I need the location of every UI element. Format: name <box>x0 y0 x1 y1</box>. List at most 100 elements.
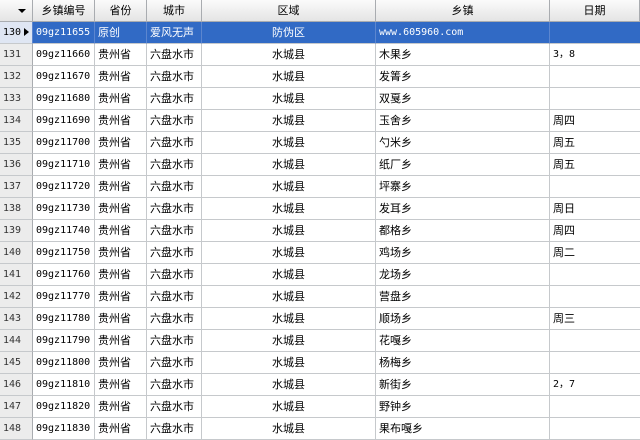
cell-area[interactable]: 水城县 <box>202 308 376 330</box>
cell-province[interactable]: 贵州省 <box>95 220 147 242</box>
row-number[interactable]: 132 <box>0 66 33 88</box>
table-row[interactable]: 131 09gz11660 贵州省 六盘水市 水城县 木果乡 3，8 <box>0 44 640 66</box>
cell-area[interactable]: 水城县 <box>202 264 376 286</box>
cell-province[interactable]: 贵州省 <box>95 110 147 132</box>
cell-city[interactable]: 六盘水市 <box>147 396 202 418</box>
cell-town[interactable]: 都格乡 <box>376 220 550 242</box>
cell-province[interactable]: 贵州省 <box>95 242 147 264</box>
cell-code[interactable]: 09gz11710 <box>33 154 95 176</box>
table-row[interactable]: 130 09gz11655 原创 爱风无声 防伪区 www.605960.com <box>0 22 640 44</box>
cell-area[interactable]: 水城县 <box>202 396 376 418</box>
cell-area[interactable]: 水城县 <box>202 198 376 220</box>
table-row[interactable]: 147 09gz11820 贵州省 六盘水市 水城县 野钟乡 <box>0 396 640 418</box>
cell-town[interactable]: 发耳乡 <box>376 198 550 220</box>
cell-city[interactable]: 六盘水市 <box>147 110 202 132</box>
row-number[interactable]: 134 <box>0 110 33 132</box>
row-number[interactable]: 137 <box>0 176 33 198</box>
row-number[interactable]: 133 <box>0 88 33 110</box>
cell-code[interactable]: 09gz11800 <box>33 352 95 374</box>
table-row[interactable]: 133 09gz11680 贵州省 六盘水市 水城县 双戛乡 <box>0 88 640 110</box>
table-row[interactable]: 146 09gz11810 贵州省 六盘水市 水城县 新街乡 2，7 <box>0 374 640 396</box>
cell-town[interactable]: 纸厂乡 <box>376 154 550 176</box>
cell-area[interactable]: 水城县 <box>202 352 376 374</box>
cell-city[interactable]: 六盘水市 <box>147 176 202 198</box>
cell-province[interactable]: 原创 <box>95 22 147 44</box>
cell-code[interactable]: 09gz11660 <box>33 44 95 66</box>
data-grid[interactable]: 乡镇编号 省份 城市 区域 乡镇 日期 130 09gz11655 原创 爱风无声 防伪… <box>0 0 640 440</box>
row-number[interactable]: 147 <box>0 396 33 418</box>
row-number[interactable]: 139 <box>0 220 33 242</box>
cell-city[interactable]: 六盘水市 <box>147 330 202 352</box>
table-row[interactable]: 134 09gz11690 贵州省 六盘水市 水城县 玉舍乡 周四 <box>0 110 640 132</box>
cell-province[interactable]: 贵州省 <box>95 198 147 220</box>
cell-date[interactable] <box>550 88 640 110</box>
row-number[interactable]: 130 <box>0 22 33 44</box>
cell-area[interactable]: 水城县 <box>202 220 376 242</box>
table-row[interactable]: 141 09gz11760 贵州省 六盘水市 水城县 龙场乡 <box>0 264 640 286</box>
cell-province[interactable]: 贵州省 <box>95 154 147 176</box>
table-row[interactable]: 143 09gz11780 贵州省 六盘水市 水城县 顺场乡 周三 <box>0 308 640 330</box>
row-number[interactable]: 136 <box>0 154 33 176</box>
cell-town[interactable]: 杨梅乡 <box>376 352 550 374</box>
cell-code[interactable]: 09gz11720 <box>33 176 95 198</box>
cell-date[interactable] <box>550 330 640 352</box>
cell-date[interactable]: 周四 <box>550 220 640 242</box>
cell-province[interactable]: 贵州省 <box>95 308 147 330</box>
column-header-code[interactable]: 乡镇编号 <box>33 0 95 22</box>
cell-code[interactable]: 09gz11740 <box>33 220 95 242</box>
cell-code[interactable]: 09gz11790 <box>33 330 95 352</box>
table-row[interactable]: 138 09gz11730 贵州省 六盘水市 水城县 发耳乡 周日 <box>0 198 640 220</box>
table-row[interactable]: 137 09gz11720 贵州省 六盘水市 水城县 坪寨乡 <box>0 176 640 198</box>
cell-code[interactable]: 09gz11730 <box>33 198 95 220</box>
cell-town[interactable]: 玉舍乡 <box>376 110 550 132</box>
cell-code[interactable]: 09gz11830 <box>33 418 95 440</box>
cell-code[interactable]: 09gz11700 <box>33 132 95 154</box>
cell-town[interactable]: 龙场乡 <box>376 264 550 286</box>
table-row[interactable]: 139 09gz11740 贵州省 六盘水市 水城县 都格乡 周四 <box>0 220 640 242</box>
cell-area[interactable]: 水城县 <box>202 242 376 264</box>
cell-area[interactable]: 水城县 <box>202 176 376 198</box>
cell-area[interactable]: 水城县 <box>202 132 376 154</box>
cell-area[interactable]: 水城县 <box>202 286 376 308</box>
cell-area[interactable]: 水城县 <box>202 88 376 110</box>
cell-town[interactable]: 鸡场乡 <box>376 242 550 264</box>
cell-city[interactable]: 爱风无声 <box>147 22 202 44</box>
row-number[interactable]: 140 <box>0 242 33 264</box>
row-number[interactable]: 146 <box>0 374 33 396</box>
cell-date[interactable] <box>550 176 640 198</box>
cell-town[interactable]: 营盘乡 <box>376 286 550 308</box>
table-row[interactable]: 132 09gz11670 贵州省 六盘水市 水城县 发箐乡 <box>0 66 640 88</box>
cell-town[interactable]: 勺米乡 <box>376 132 550 154</box>
cell-city[interactable]: 六盘水市 <box>147 374 202 396</box>
cell-province[interactable]: 贵州省 <box>95 44 147 66</box>
cell-city[interactable]: 六盘水市 <box>147 264 202 286</box>
table-row[interactable]: 142 09gz11770 贵州省 六盘水市 水城县 营盘乡 <box>0 286 640 308</box>
cell-province[interactable]: 贵州省 <box>95 286 147 308</box>
cell-city[interactable]: 六盘水市 <box>147 308 202 330</box>
cell-date[interactable]: 3，8 <box>550 44 640 66</box>
cell-code[interactable]: 09gz11770 <box>33 286 95 308</box>
cell-province[interactable]: 贵州省 <box>95 66 147 88</box>
row-number[interactable]: 148 <box>0 418 33 440</box>
row-selector-header[interactable] <box>0 0 33 22</box>
table-row[interactable]: 136 09gz11710 贵州省 六盘水市 水城县 纸厂乡 周五 <box>0 154 640 176</box>
cell-city[interactable]: 六盘水市 <box>147 154 202 176</box>
cell-city[interactable]: 六盘水市 <box>147 220 202 242</box>
cell-city[interactable]: 六盘水市 <box>147 418 202 440</box>
cell-date[interactable] <box>550 352 640 374</box>
cell-province[interactable]: 贵州省 <box>95 88 147 110</box>
cell-area[interactable]: 水城县 <box>202 330 376 352</box>
column-header-town[interactable]: 乡镇 <box>376 0 550 22</box>
row-number[interactable]: 143 <box>0 308 33 330</box>
cell-date[interactable]: 周五 <box>550 154 640 176</box>
cell-town[interactable]: www.605960.com <box>376 22 550 44</box>
cell-province[interactable]: 贵州省 <box>95 132 147 154</box>
cell-town[interactable]: 新街乡 <box>376 374 550 396</box>
cell-code[interactable]: 09gz11780 <box>33 308 95 330</box>
cell-date[interactable]: 2，7 <box>550 374 640 396</box>
cell-date[interactable]: 周四 <box>550 110 640 132</box>
cell-province[interactable]: 贵州省 <box>95 330 147 352</box>
cell-city[interactable]: 六盘水市 <box>147 286 202 308</box>
cell-town[interactable]: 野钟乡 <box>376 396 550 418</box>
cell-date[interactable] <box>550 22 640 44</box>
